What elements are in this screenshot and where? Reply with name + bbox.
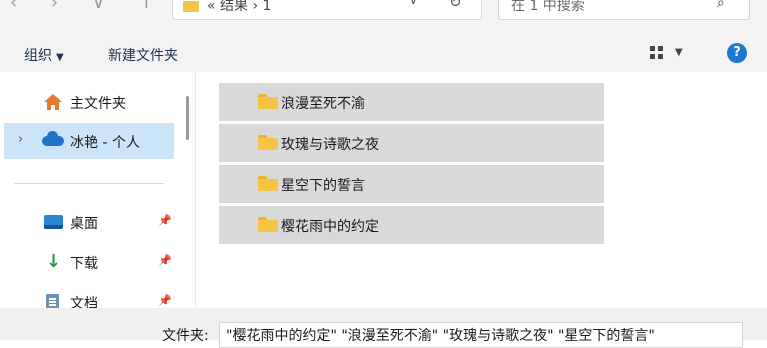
- navigation-pane: 主文件夹 › 冰艳 - 个人 桌面 📌 ↓ 下载 📌 文档 📌: [0, 72, 195, 312]
- folder-icon: [258, 135, 278, 150]
- pin-icon[interactable]: 📌: [158, 214, 172, 227]
- nav-item-label: 桌面: [70, 216, 98, 232]
- folder-name: 星空下的誓言: [281, 178, 365, 194]
- nav-divider: [14, 183, 164, 184]
- organize-button[interactable]: 组织 ▼: [24, 45, 64, 65]
- nav-item-downloads[interactable]: ↓ 下载 📌: [4, 244, 174, 280]
- folder-row[interactable]: 玫瑰与诗歌之夜: [219, 124, 604, 162]
- caret-down-icon: ▼: [56, 52, 64, 63]
- folder-name: 浪漫至死不渝: [281, 96, 365, 112]
- nav-item-home[interactable]: 主文件夹: [4, 84, 174, 120]
- command-bar: 组织 ▼ 新建文件夹 ▼ ?: [0, 34, 767, 72]
- search-placeholder: 在 1 中搜索: [511, 0, 585, 14]
- navigation-arrows[interactable]: ‹ › ∨ ↑: [10, 0, 168, 13]
- folder-row[interactable]: 樱花雨中的约定: [219, 206, 604, 244]
- refresh-icon[interactable]: ↻: [449, 0, 462, 11]
- folder-row[interactable]: 星空下的誓言: [219, 165, 604, 203]
- nav-item-label: 主文件夹: [70, 96, 126, 112]
- onedrive-cloud-icon: [42, 131, 64, 146]
- home-icon: [44, 94, 62, 110]
- nav-item-label: 冰艳 - 个人: [70, 135, 140, 151]
- file-name-input[interactable]: "樱花雨中的约定" "浪漫至死不渝" "玫瑰与诗歌之夜" "星空下的誓言": [219, 322, 743, 348]
- pin-icon[interactable]: 📌: [158, 254, 172, 267]
- folder-icon: [258, 217, 278, 232]
- folder-name: 玫瑰与诗歌之夜: [281, 137, 379, 153]
- folder-icon: [258, 176, 278, 191]
- desktop-icon: [44, 215, 63, 229]
- help-icon[interactable]: ?: [727, 43, 747, 63]
- nav-item-label: 下载: [70, 256, 98, 272]
- nav-scrollbar[interactable]: [186, 96, 189, 140]
- pane-separator[interactable]: [195, 72, 196, 308]
- download-icon: ↓: [46, 251, 62, 272]
- chevron-down-icon[interactable]: ∨: [409, 0, 418, 7]
- nav-item-desktop[interactable]: 桌面 📌: [4, 204, 174, 240]
- folder-icon: [183, 1, 199, 12]
- new-folder-button[interactable]: 新建文件夹: [108, 45, 178, 65]
- grid-view-icon: [650, 45, 663, 59]
- view-options-button[interactable]: ▼: [650, 44, 683, 60]
- search-icon[interactable]: ⌕: [717, 0, 725, 11]
- search-input[interactable]: 在 1 中搜索 ⌕: [498, 0, 750, 20]
- pin-icon[interactable]: 📌: [158, 294, 172, 307]
- address-bar[interactable]: « 结果 › 1 ∨ ↻: [172, 0, 482, 20]
- breadcrumb[interactable]: « 结果 › 1: [207, 0, 271, 15]
- folder-name: 樱花雨中的约定: [281, 219, 379, 235]
- folder-icon: [258, 94, 278, 109]
- folder-row[interactable]: 浪漫至死不渝: [219, 83, 604, 121]
- nav-item-onedrive[interactable]: › 冰艳 - 个人: [4, 123, 174, 159]
- chevron-right-icon[interactable]: ›: [18, 132, 23, 147]
- file-name-bar: 文件夹: "樱花雨中的约定" "浪漫至死不渝" "玫瑰与诗歌之夜" "星空下的誓…: [0, 308, 767, 348]
- file-name-label: 文件夹:: [162, 328, 209, 344]
- organize-label: 组织: [24, 48, 52, 64]
- caret-down-icon: ▼: [675, 46, 683, 58]
